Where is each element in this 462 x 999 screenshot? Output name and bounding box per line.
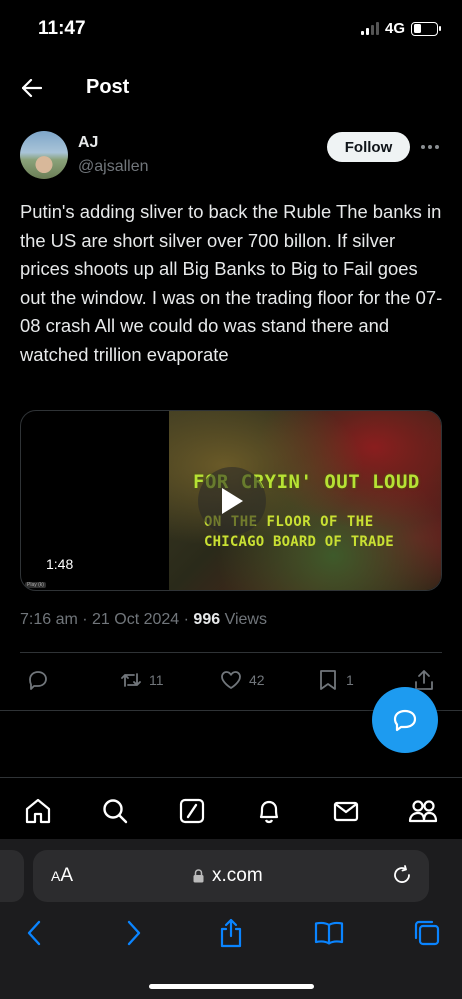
reload-icon (394, 865, 410, 883)
divider (20, 652, 442, 653)
battery-icon (411, 21, 441, 36)
more-options-button[interactable] (418, 136, 442, 158)
url-display[interactable]: x.com (193, 865, 263, 887)
new-message-button[interactable] (372, 687, 438, 753)
tab-messages[interactable] (330, 795, 362, 827)
video-tag: Play (k) (25, 582, 46, 588)
post-timestamp: 7:16 am · 21 Oct 2024 · (20, 611, 194, 628)
status-indicators: 4G (360, 20, 441, 37)
tab-search[interactable] (99, 795, 131, 827)
book-icon (314, 921, 344, 945)
bookmark-count: 1 (346, 672, 354, 688)
reply-icon (29, 671, 47, 690)
lock-icon (193, 869, 204, 883)
browser-forward-button[interactable] (118, 917, 150, 949)
chevron-left-icon (27, 920, 41, 946)
author-name[interactable]: AJ (78, 134, 98, 152)
video-caption-line3: CHICAGO BOARD OF TRADE (204, 534, 394, 550)
tab-notifications[interactable] (253, 795, 285, 827)
communities-icon (408, 800, 438, 823)
chat-bubble-icon (393, 709, 417, 732)
video-player[interactable]: FOR CRYIN' OUT LOUD ON THE FLOOR OF THE … (20, 410, 442, 591)
video-duration: 1:48 (46, 556, 74, 572)
search-icon (103, 799, 128, 824)
status-time: 11:47 (38, 18, 86, 39)
avatar[interactable] (20, 131, 68, 179)
more-icon (421, 145, 425, 149)
retweet-count: 11 (149, 672, 164, 688)
tab-home[interactable] (22, 795, 54, 827)
views-count: 996 (193, 611, 221, 628)
messages-icon (333, 801, 359, 822)
bookmarks-button[interactable] (313, 917, 345, 949)
notifications-icon (259, 800, 279, 824)
browser-toolbar: AA x.com (0, 839, 462, 999)
tab-communities[interactable] (407, 795, 439, 827)
chevron-right-icon (127, 920, 141, 946)
page-title: Post (86, 76, 130, 98)
reply-button[interactable] (26, 668, 56, 692)
bookmark-icon (320, 670, 336, 690)
retweet-icon (121, 673, 141, 687)
heart-icon (221, 671, 241, 689)
post-meta: 7:16 am · 21 Oct 2024 · 996 Views (20, 611, 267, 629)
arrow-left-icon (22, 79, 42, 97)
follow-button[interactable]: Follow (327, 132, 410, 162)
tabs-button[interactable] (411, 917, 443, 949)
tab-grok[interactable] (176, 795, 208, 827)
tabs-icon (414, 920, 440, 946)
status-bar: 11:47 4G (0, 0, 462, 58)
like-button[interactable]: 42 (219, 668, 265, 692)
browser-back-button[interactable] (18, 917, 50, 949)
play-icon (222, 488, 243, 514)
browser-share-button[interactable] (215, 917, 247, 949)
share-icon (220, 918, 242, 948)
url-text: x.com (212, 865, 263, 886)
back-button[interactable] (16, 72, 48, 104)
address-bar[interactable]: AA x.com (33, 850, 429, 902)
reader-settings-button[interactable]: AA (51, 865, 73, 887)
home-indicator[interactable] (149, 984, 314, 989)
post-text: Putin's adding sliver to back the Ruble … (20, 201, 443, 365)
views-label: Views (220, 611, 267, 628)
tab-bar (0, 777, 462, 839)
home-icon (25, 798, 51, 824)
reload-button[interactable] (391, 864, 413, 891)
like-count: 42 (249, 672, 265, 688)
post-header: Post (0, 68, 462, 108)
previous-tab-stub[interactable] (0, 850, 24, 902)
network-label: 4G (384, 20, 405, 37)
author-handle[interactable]: @ajsallen (78, 158, 149, 176)
signal-icon (360, 22, 379, 35)
bookmark-button[interactable]: 1 (316, 668, 354, 692)
grok-icon (179, 798, 205, 824)
retweet-button[interactable]: 11 (119, 668, 164, 692)
browser-tools (0, 917, 462, 953)
play-button[interactable] (198, 467, 266, 535)
